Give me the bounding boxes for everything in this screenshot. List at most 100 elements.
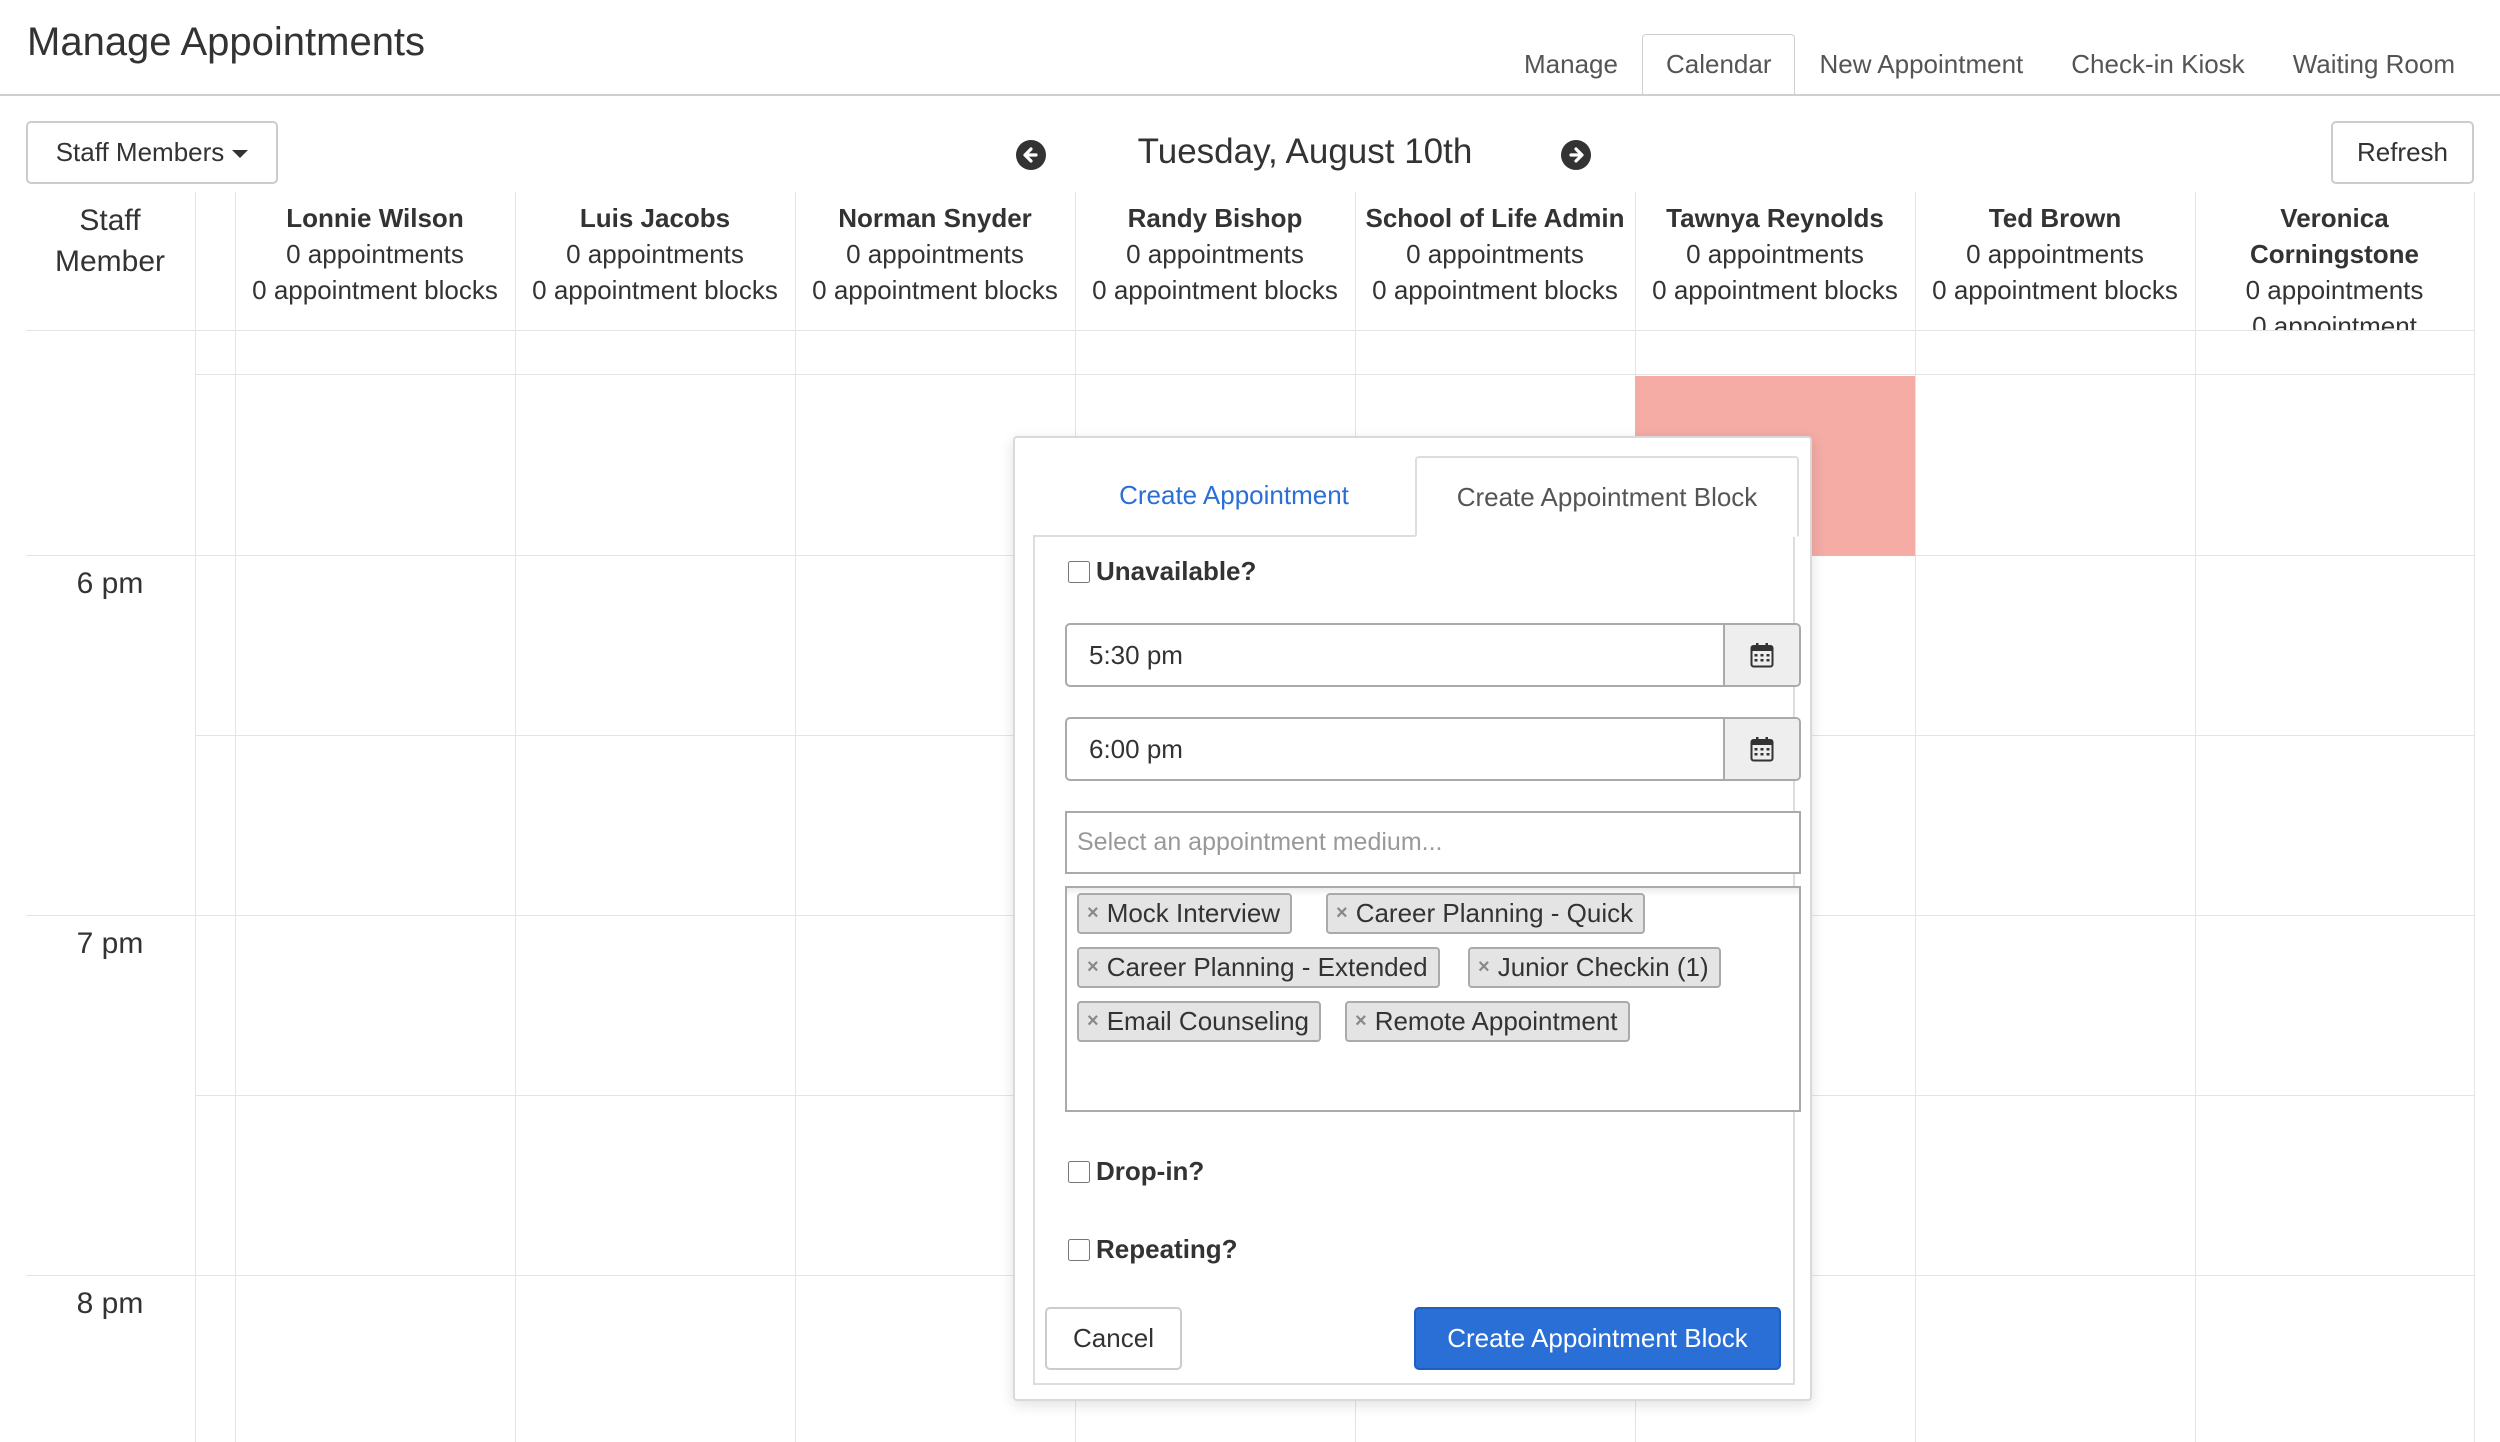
appointment-count: 0 appointments bbox=[1966, 239, 2144, 269]
appointment-count: 0 appointments bbox=[1126, 239, 1304, 269]
tab-create-appointment-block[interactable]: Create Appointment Block bbox=[1415, 456, 1799, 537]
page-title: Manage Appointments bbox=[27, 20, 426, 64]
calendar-icon[interactable] bbox=[1723, 719, 1799, 779]
appointment-count: 0 appointments bbox=[1686, 239, 1864, 269]
time-label: 8 pm bbox=[76, 1287, 144, 1320]
staff-column-header: Tawnya Reynolds 0 appointments 0 appoint… bbox=[1635, 200, 1915, 330]
grid-line bbox=[235, 192, 236, 1442]
tab-calendar[interactable]: Calendar bbox=[1641, 34, 1796, 96]
grid-line bbox=[515, 192, 516, 1442]
tag-label: Career Planning - Quick bbox=[1355, 898, 1634, 928]
start-time-value[interactable]: 5:30 pm bbox=[1067, 625, 1723, 685]
tab-manage[interactable]: Manage bbox=[1500, 34, 1642, 95]
tab-check-in-kiosk[interactable]: Check-in Kiosk bbox=[2047, 34, 2268, 95]
unavailable-checkbox[interactable] bbox=[1068, 560, 1090, 583]
top-nav-tabs: Manage Calendar New Appointment Check-in… bbox=[1500, 34, 2500, 96]
create-appointment-popover: Create Appointment Create Appointment Bl… bbox=[1013, 436, 1812, 1401]
arrow-circle-right-icon[interactable] bbox=[1561, 140, 1591, 170]
tab-create-appointment[interactable]: Create Appointment bbox=[1039, 456, 1429, 537]
staff-name: School of Life Admin bbox=[1365, 203, 1625, 233]
tab-waiting-room[interactable]: Waiting Room bbox=[2269, 34, 2500, 95]
tag-label: Email Counseling bbox=[1106, 1006, 1310, 1036]
dropin-label: Drop-in? bbox=[1096, 1156, 1205, 1186]
cancel-button[interactable]: Cancel bbox=[1045, 1307, 1182, 1370]
dropin-checkbox-row[interactable]: Drop-in? bbox=[1068, 1156, 1204, 1187]
staff-column-header: Lonnie Wilson 0 appointments 0 appointme… bbox=[235, 200, 515, 330]
appointment-types-multiselect[interactable]: × Mock Interview × Career Planning - Quick… bbox=[1065, 886, 1801, 1112]
staff-name: Randy Bishop bbox=[1127, 203, 1303, 233]
repeating-checkbox-row[interactable]: Repeating? bbox=[1068, 1234, 1238, 1265]
remove-tag-icon[interactable]: × bbox=[1336, 895, 1348, 932]
tag-chip: × Junior Checkin (1) bbox=[1468, 947, 1721, 988]
repeating-label: Repeating? bbox=[1096, 1234, 1238, 1264]
staff-name: Lonnie Wilson bbox=[286, 203, 464, 233]
staff-column-header: Ted Brown 0 appointments 0 appointment b… bbox=[1915, 200, 2195, 330]
staff-name: Luis Jacobs bbox=[579, 203, 731, 233]
staff-column-header: Luis Jacobs 0 appointments 0 appointment… bbox=[515, 200, 795, 330]
block-count: 0 appointment blocks bbox=[2252, 311, 2417, 330]
staff-column-header: School of Life Admin 0 appointments 0 ap… bbox=[1355, 200, 1635, 330]
unavailable-checkbox-row[interactable]: Unavailable? bbox=[1068, 556, 1256, 587]
block-count: 0 appointment blocks bbox=[812, 275, 1058, 305]
staff-members-dropdown[interactable]: Staff Members bbox=[26, 121, 278, 184]
staff-column-header: Staff Member bbox=[54, 204, 166, 278]
tag-chip: × Career Planning - Extended bbox=[1077, 947, 1440, 988]
appointment-count: 0 appointments bbox=[2245, 275, 2424, 305]
calendar-date: Tuesday, August 10th bbox=[1137, 132, 1473, 171]
tag-chip: × Email Counseling bbox=[1077, 1001, 1322, 1042]
grid-line bbox=[195, 374, 2474, 375]
appointment-count: 0 appointments bbox=[286, 239, 464, 269]
appointment-count: 0 appointments bbox=[566, 239, 744, 269]
header-divider bbox=[0, 94, 2500, 96]
repeating-checkbox[interactable] bbox=[1068, 1238, 1090, 1261]
calendar-icon[interactable] bbox=[1723, 625, 1799, 685]
block-count: 0 appointment blocks bbox=[1372, 275, 1618, 305]
grid-line bbox=[2474, 192, 2475, 1442]
block-count: 0 appointment blocks bbox=[1932, 275, 2178, 305]
remove-tag-icon[interactable]: × bbox=[1087, 949, 1099, 986]
appointment-block-form: Unavailable? 5:30 pm 6:00 pm Select an a… bbox=[1033, 535, 1801, 1385]
block-count: 0 appointment blocks bbox=[252, 275, 498, 305]
staff-name: Ted Brown bbox=[1988, 203, 2122, 233]
create-appointment-block-button[interactable]: Create Appointment Block bbox=[1414, 1307, 1781, 1370]
block-count: 0 appointment blocks bbox=[532, 275, 778, 305]
refresh-button[interactable]: Refresh bbox=[2331, 121, 2474, 184]
appointment-medium-select[interactable]: Select an appointment medium... bbox=[1065, 811, 1801, 874]
tag-chip: × Mock Interview bbox=[1077, 893, 1293, 934]
staff-column-header: Randy Bishop 0 appointments 0 appointmen… bbox=[1075, 200, 1355, 330]
tag-label: Career Planning - Extended bbox=[1106, 952, 1428, 982]
remove-tag-icon[interactable]: × bbox=[1087, 1003, 1099, 1040]
tag-label: Junior Checkin (1) bbox=[1497, 952, 1709, 982]
dropin-checkbox[interactable] bbox=[1068, 1160, 1090, 1183]
grid-line bbox=[1915, 192, 1916, 1442]
tag-label: Mock Interview bbox=[1106, 898, 1281, 928]
remove-tag-icon[interactable]: × bbox=[1478, 949, 1490, 986]
appointment-count: 0 appointments bbox=[846, 239, 1024, 269]
remove-tag-icon[interactable]: × bbox=[1087, 895, 1099, 932]
staff-column-header: Norman Snyder 0 appointments 0 appointme… bbox=[795, 200, 1075, 330]
staff-column-header: Veronica Corningstone 0 appointments 0 a… bbox=[2195, 200, 2474, 330]
time-label: 7 pm bbox=[76, 927, 144, 960]
tag-chip: × Remote Appointment bbox=[1345, 1001, 1630, 1042]
block-count: 0 appointment blocks bbox=[1092, 275, 1338, 305]
grid-line bbox=[795, 192, 796, 1442]
start-time-field[interactable]: 5:30 pm bbox=[1065, 623, 1801, 687]
unavailable-label: Unavailable? bbox=[1096, 556, 1257, 586]
staff-members-label: Staff Members bbox=[55, 137, 225, 167]
staff-name: Tawnya Reynolds bbox=[1666, 203, 1884, 233]
tab-new-appointment[interactable]: New Appointment bbox=[1795, 34, 2047, 95]
block-count: 0 appointment blocks bbox=[1652, 275, 1898, 305]
end-time-field[interactable]: 6:00 pm bbox=[1065, 717, 1801, 781]
end-time-value[interactable]: 6:00 pm bbox=[1067, 719, 1723, 779]
tag-chip: × Career Planning - Quick bbox=[1326, 893, 1646, 934]
grid-line bbox=[2195, 192, 2196, 1442]
staff-name: Norman Snyder bbox=[838, 203, 1032, 233]
tag-label: Remote Appointment bbox=[1374, 1006, 1618, 1036]
grid-line bbox=[195, 192, 196, 1442]
grid-line bbox=[26, 330, 2474, 331]
caret-down-icon bbox=[232, 150, 249, 158]
time-label: 6 pm bbox=[76, 567, 144, 600]
appointment-count: 0 appointments bbox=[1406, 239, 1584, 269]
remove-tag-icon[interactable]: × bbox=[1355, 1003, 1367, 1040]
staff-name: Veronica Corningstone bbox=[2250, 203, 2419, 269]
